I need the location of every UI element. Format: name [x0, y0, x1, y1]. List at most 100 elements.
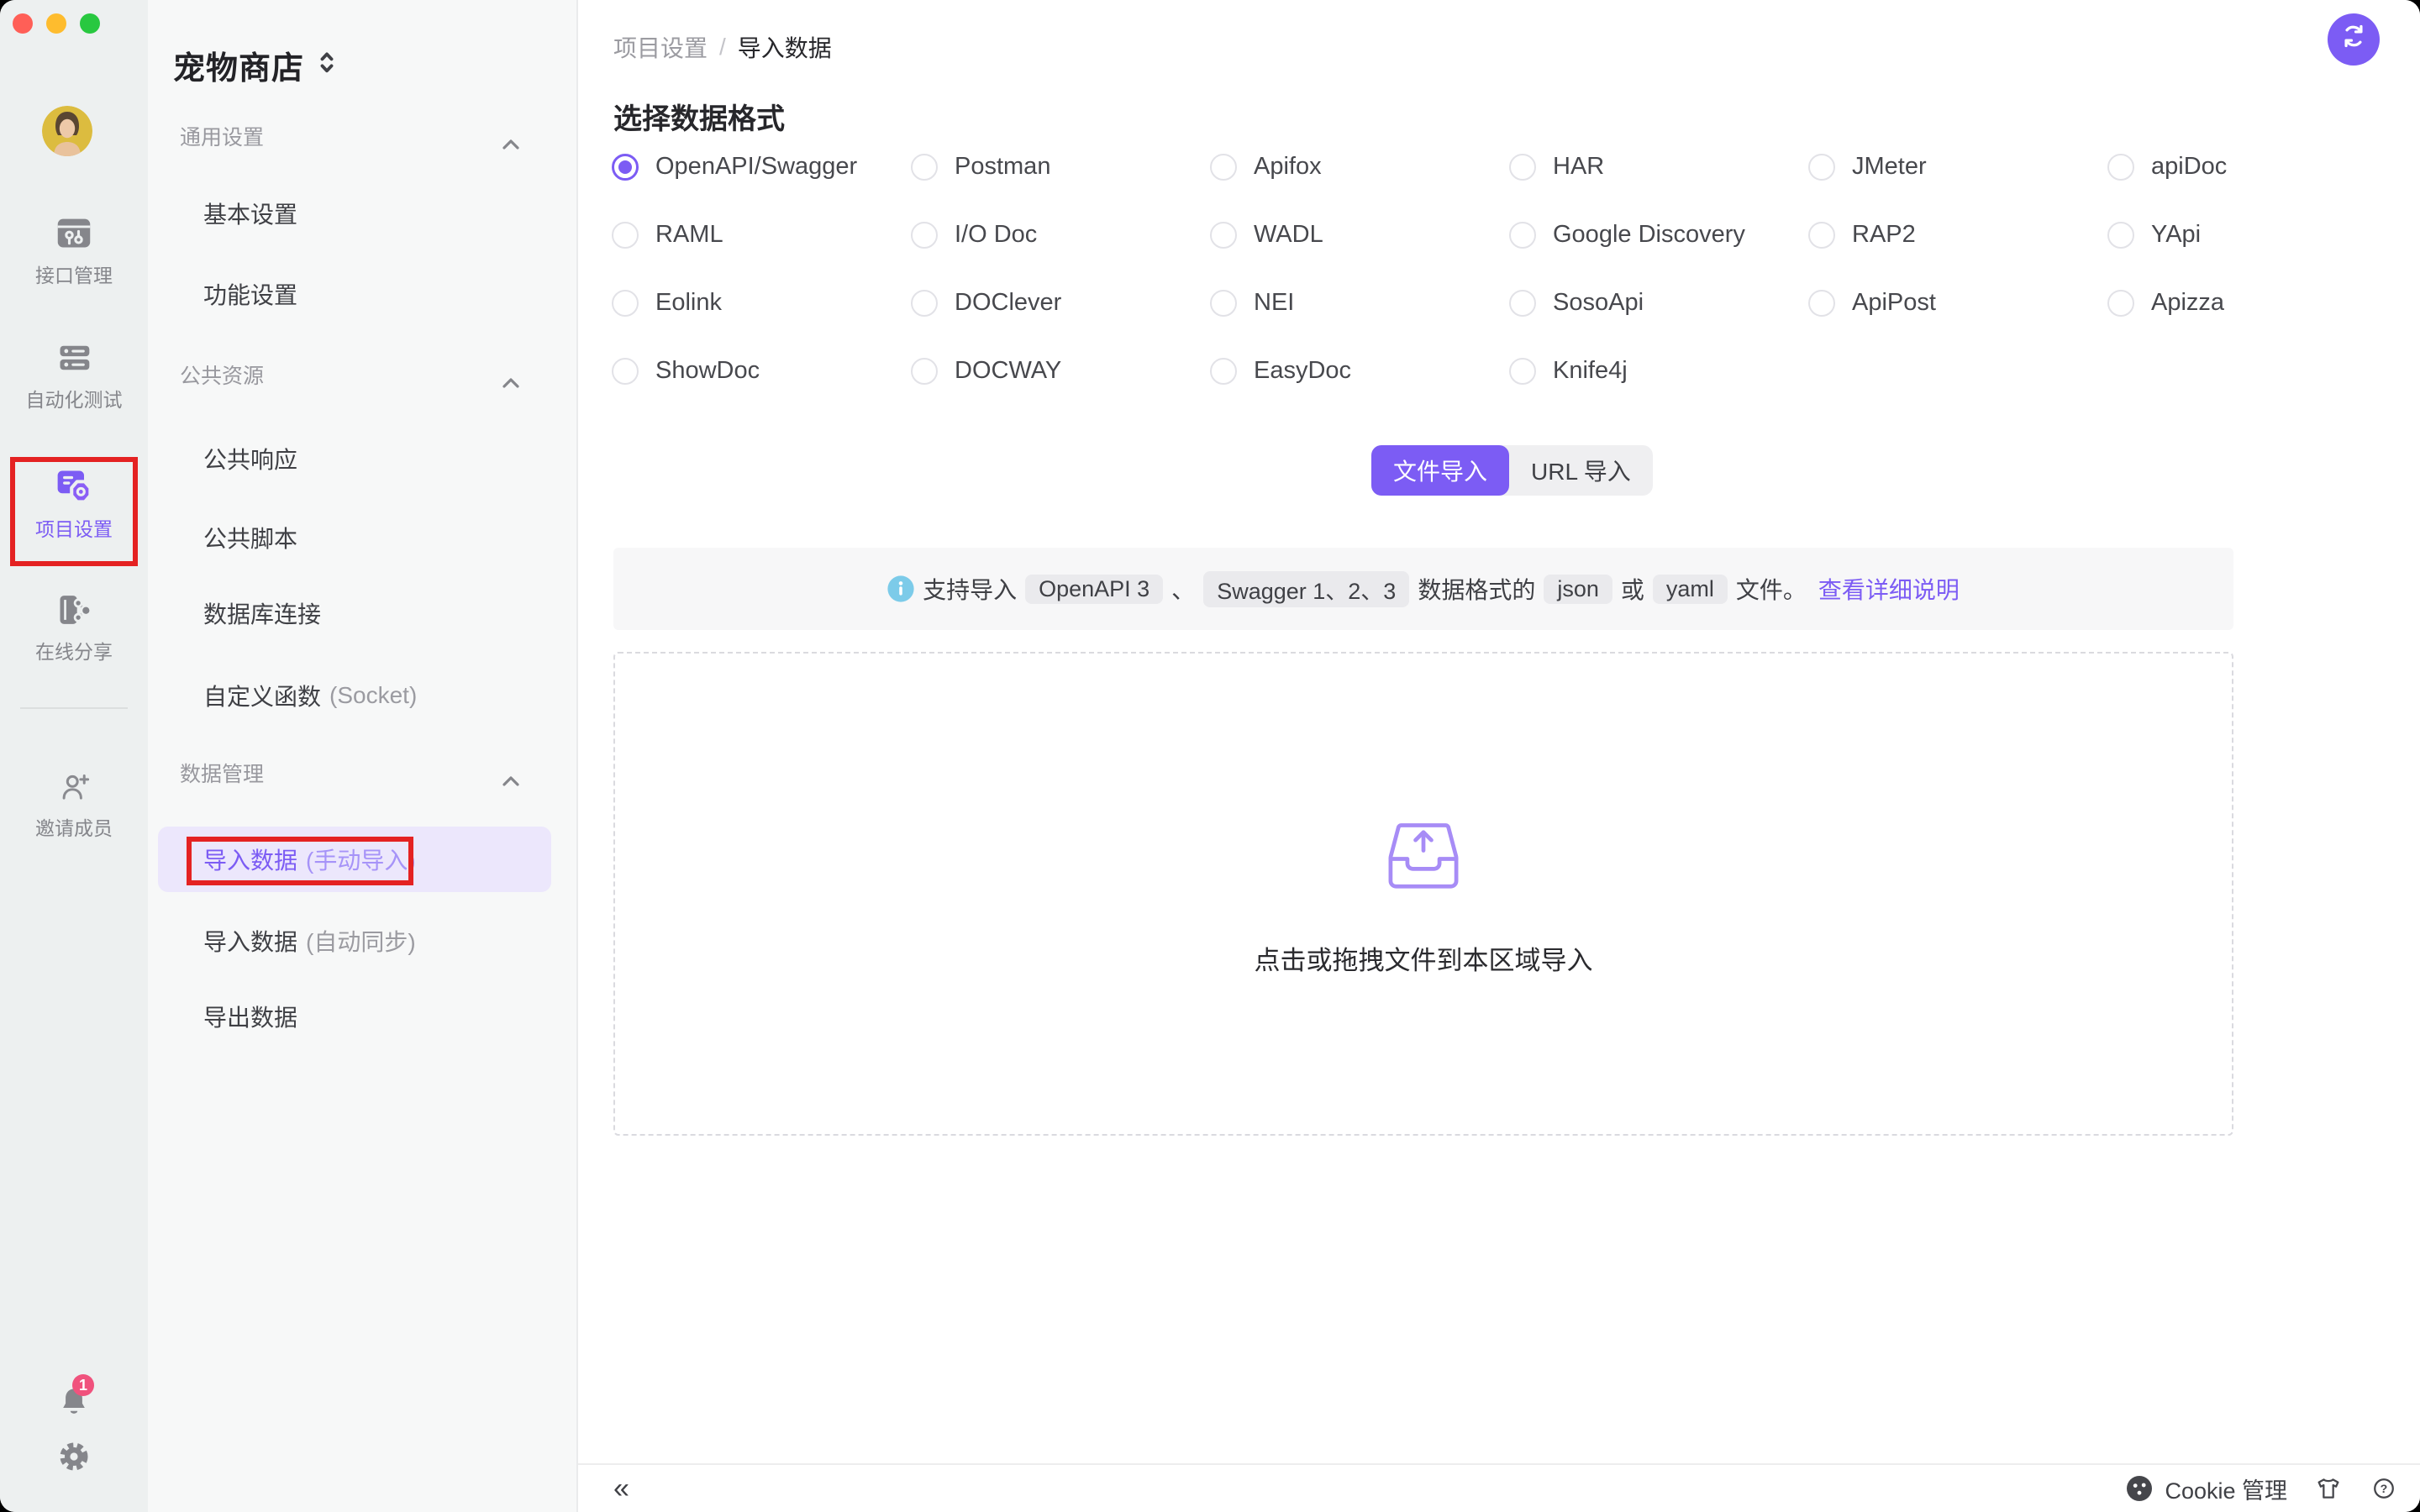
sync-button[interactable]	[2328, 13, 2380, 66]
menu-item-label: 公共响应	[203, 442, 297, 475]
menu-item-label: 导入数据	[203, 843, 297, 876]
project-switcher[interactable]: 宠物商店	[173, 42, 336, 88]
tab-file-import[interactable]: 文件导入	[1371, 445, 1509, 496]
radio-circle[interactable]	[1808, 154, 1835, 181]
section-header-shared-resources[interactable]: 公共资源	[148, 351, 576, 398]
menu-item-custom-functions[interactable]: 自定义函数 (Socket)	[148, 672, 576, 719]
import-mode-tabs: 文件导入 URL 导入	[1371, 445, 1653, 496]
radio-circle[interactable]	[1808, 222, 1835, 249]
window-minimize-button[interactable]	[46, 13, 66, 34]
radio-showdoc[interactable]: ShowDoc	[612, 357, 911, 385]
section-header-label: 通用设置	[180, 121, 264, 151]
radio-har[interactable]: HAR	[1509, 153, 1808, 181]
settings-button[interactable]	[0, 1438, 148, 1482]
radio-rap2[interactable]: RAP2	[1808, 221, 2107, 249]
radio-openapi-swagger[interactable]: OpenAPI/Swagger	[612, 153, 911, 181]
radio-circle[interactable]	[911, 358, 938, 385]
sidebar-item-project-settings[interactable]: 项目设置	[0, 465, 148, 541]
menu-item-label: 导出数据	[203, 1000, 297, 1033]
file-dropzone[interactable]: 点击或拖拽文件到本区域导入	[613, 652, 2233, 1136]
avatar[interactable]	[42, 106, 92, 156]
radio-apifox[interactable]: Apifox	[1210, 153, 1509, 181]
radio-circle[interactable]	[1509, 154, 1536, 181]
radio-io-doc[interactable]: I/O Doc	[911, 221, 1210, 249]
window-close-button[interactable]	[13, 13, 33, 34]
menu-item-shared-scripts[interactable]: 公共脚本	[148, 514, 576, 561]
section-header-general[interactable]: 通用设置	[148, 113, 576, 160]
radio-doclever[interactable]: DOClever	[911, 289, 1210, 317]
menu-item-feature-settings[interactable]: 功能设置	[148, 270, 576, 318]
theme-button[interactable]	[2314, 1474, 2343, 1503]
help-button[interactable]: ?	[2370, 1474, 2398, 1503]
radio-yapi[interactable]: YApi	[2107, 221, 2407, 249]
radio-eolink[interactable]: Eolink	[612, 289, 911, 317]
sidebar-item-online-share[interactable]: 在线分享	[0, 591, 148, 664]
radio-circle[interactable]	[1210, 358, 1237, 385]
radio-apidoc[interactable]: apiDoc	[2107, 153, 2407, 181]
radio-knife4j[interactable]: Knife4j	[1509, 357, 1808, 385]
radio-circle[interactable]	[612, 222, 639, 249]
radio-wadl[interactable]: WADL	[1210, 221, 1509, 249]
menu-item-import-data-sync[interactable]: 导入数据 (自动同步)	[148, 917, 576, 964]
radio-circle[interactable]	[911, 222, 938, 249]
caret-sort-icon	[318, 48, 336, 83]
invite-member-icon	[55, 780, 92, 811]
menu-item-shared-responses[interactable]: 公共响应	[148, 435, 576, 482]
menu-item-export-data[interactable]: 导出数据	[148, 993, 576, 1040]
sidebar-item-label: 接口管理	[0, 264, 148, 287]
radio-circle[interactable]	[1509, 222, 1536, 249]
menu-item-basic-settings[interactable]: 基本设置	[148, 190, 576, 237]
sidebar-item-label: 自动化测试	[0, 388, 148, 412]
radio-jmeter[interactable]: JMeter	[1808, 153, 2107, 181]
notification-badge: 1	[72, 1374, 94, 1396]
collapse-sidebar-button[interactable]: «	[613, 1474, 629, 1503]
radio-easydoc[interactable]: EasyDoc	[1210, 357, 1509, 385]
radio-docway[interactable]: DOCWAY	[911, 357, 1210, 385]
radio-sosoapi[interactable]: SosoApi	[1509, 289, 1808, 317]
radio-apizza[interactable]: Apizza	[2107, 289, 2407, 317]
sidebar-item-automated-testing[interactable]: 自动化测试	[0, 339, 148, 412]
radio-circle[interactable]	[1509, 358, 1536, 385]
radio-postman[interactable]: Postman	[911, 153, 1210, 181]
sidebar-item-invite-member[interactable]: 邀请成员	[0, 769, 148, 840]
status-bar: « Cookie 管理	[578, 1463, 2420, 1512]
radio-circle[interactable]	[612, 154, 639, 181]
menu-item-database-connections[interactable]: 数据库连接	[148, 590, 576, 637]
format-tag: json	[1544, 575, 1612, 604]
radio-circle[interactable]	[1210, 222, 1237, 249]
section-header-data-management[interactable]: 数据管理	[148, 749, 576, 796]
radio-apipost[interactable]: ApiPost	[1808, 289, 2107, 317]
radio-circle[interactable]	[1210, 154, 1237, 181]
radio-circle[interactable]	[1808, 290, 1835, 317]
format-tag: OpenAPI 3	[1025, 575, 1163, 604]
radio-circle[interactable]	[1210, 290, 1237, 317]
radio-circle[interactable]	[2107, 222, 2134, 249]
main-content: 项目设置 / 导入数据 选择数据格式 OpenAPI/Swagger Postm…	[578, 0, 2420, 1512]
radio-circle[interactable]	[612, 290, 639, 317]
chevron-up-icon	[502, 370, 519, 394]
supported-formats-notice: 支持导入 OpenAPI 3 、 Swagger 1、2、3 数据格式的 jso…	[613, 548, 2233, 630]
radio-circle[interactable]	[2107, 290, 2134, 317]
radio-circle[interactable]	[1509, 290, 1536, 317]
window-zoom-button[interactable]	[80, 13, 100, 34]
radio-nei[interactable]: NEI	[1210, 289, 1509, 317]
notice-text: 、	[1171, 572, 1195, 606]
info-icon	[887, 575, 914, 602]
sidebar-item-api-management[interactable]: 接口管理	[0, 215, 148, 287]
radio-circle[interactable]	[911, 290, 938, 317]
radio-circle[interactable]	[911, 154, 938, 181]
radio-circle[interactable]	[2107, 154, 2134, 181]
cookie-manager-button[interactable]: Cookie 管理	[2126, 1473, 2287, 1505]
menu-item-label: 导入数据	[203, 924, 297, 958]
cookie-manager-label: Cookie 管理	[2165, 1473, 2287, 1505]
menu-item-import-data-manual[interactable]: 导入数据 (手动导入)	[158, 827, 551, 892]
chevron-up-icon	[502, 131, 519, 155]
menu-item-label: 功能设置	[203, 277, 297, 311]
tab-url-import[interactable]: URL 导入	[1509, 445, 1653, 496]
radio-google-discovery[interactable]: Google Discovery	[1509, 221, 1808, 249]
radio-circle[interactable]	[612, 358, 639, 385]
breadcrumb-parent[interactable]: 项目设置	[613, 30, 708, 64]
radio-raml[interactable]: RAML	[612, 221, 911, 249]
rail-divider	[20, 707, 128, 709]
details-link[interactable]: 查看详细说明	[1818, 572, 1960, 606]
